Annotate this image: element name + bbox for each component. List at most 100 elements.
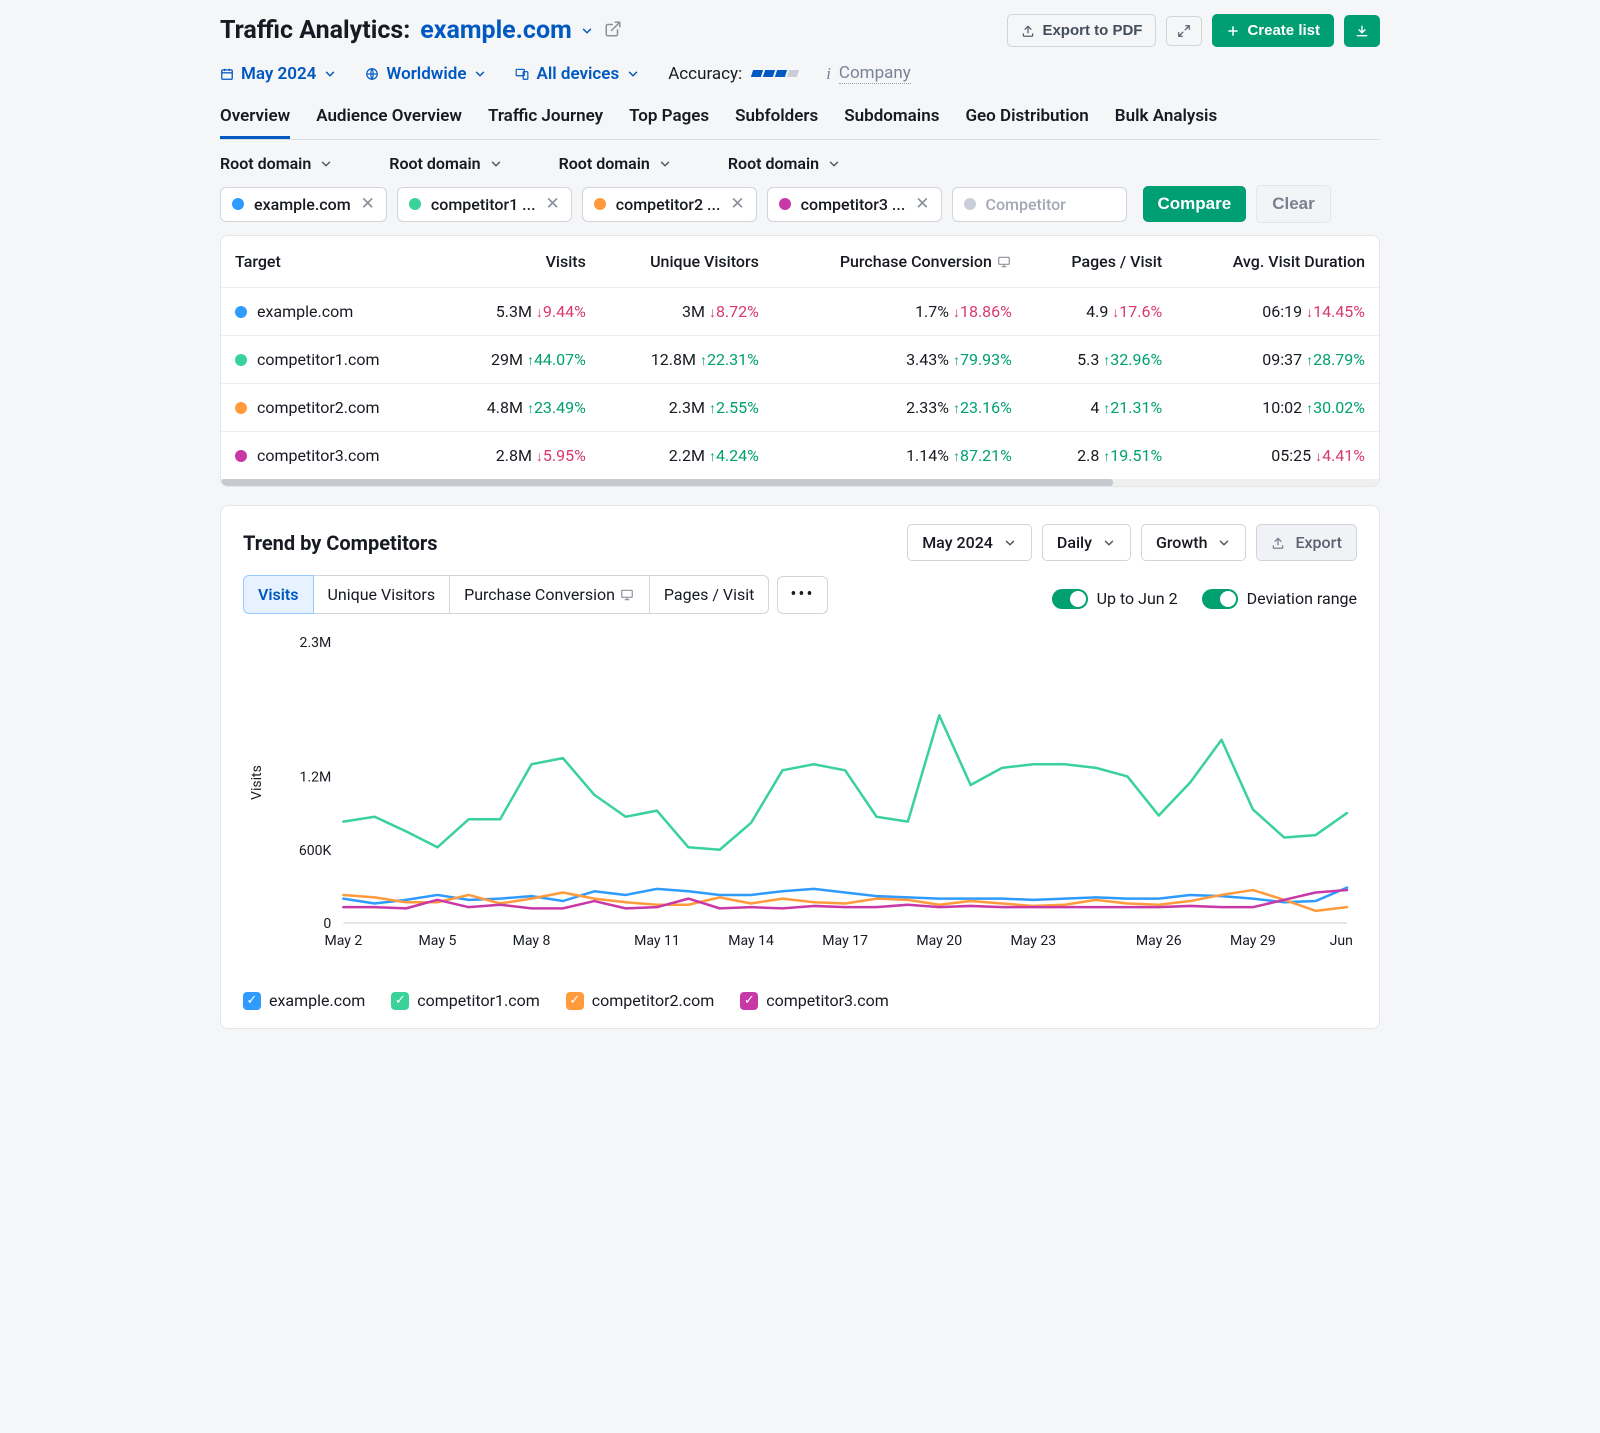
metric-value: 2.2M (669, 446, 705, 465)
col-header[interactable]: Visits (439, 236, 600, 288)
domain-switcher[interactable]: example.com (420, 16, 593, 45)
dot-icon (235, 402, 247, 414)
metric-value: 4 (1090, 398, 1099, 417)
table-row: example.com5.3M ↓9.44%3M ↓8.72%1.7% ↓18.… (221, 288, 1379, 336)
tab-subfolders[interactable]: Subfolders (735, 98, 818, 139)
close-icon[interactable]: ✕ (361, 196, 375, 213)
table-row: competitor2.com4.8M ↑23.49%2.3M ↑2.55%2.… (221, 384, 1379, 432)
tab-subdomains[interactable]: Subdomains (844, 98, 939, 139)
dot-icon (409, 198, 421, 210)
col-header[interactable]: Unique Visitors (600, 236, 773, 288)
series-tabs: VisitsUnique VisitorsPurchase Conversion… (243, 575, 828, 614)
trend-gran-label: Daily (1057, 533, 1092, 552)
checkbox-checked-icon: ✓ (566, 992, 584, 1010)
y-axis-label: Visits (249, 765, 265, 800)
metric-change: ↑32.96% (1103, 350, 1162, 369)
metric-change: ↑79.93% (953, 350, 1012, 369)
toggle-upto[interactable]: Up to Jun 2 (1052, 589, 1178, 609)
more-metrics-button[interactable]: ••• (777, 576, 827, 614)
competitor-chip-1[interactable]: competitor1 ...✕ (397, 187, 572, 222)
trend-export-button[interactable]: Export (1256, 524, 1357, 561)
chevron-down-icon (827, 157, 841, 171)
trend-mode-dropdown[interactable]: Growth (1141, 524, 1247, 561)
close-icon[interactable]: ✕ (730, 196, 744, 213)
target-label: competitor3.com (257, 446, 380, 465)
competitor-chip-3[interactable]: competitor3 ...✕ (767, 187, 942, 222)
tab-traffic-journey[interactable]: Traffic Journey (488, 98, 603, 139)
company-info[interactable]: i Company (826, 63, 911, 84)
series-tab-unique-visitors[interactable]: Unique Visitors (314, 575, 451, 614)
target-label: competitor1.com (257, 350, 380, 369)
col-header[interactable]: Avg. Visit Duration (1176, 236, 1379, 288)
tab-top-pages[interactable]: Top Pages (629, 98, 709, 139)
metric-value: 2.3M (669, 398, 705, 417)
tab-geo-distribution[interactable]: Geo Distribution (965, 98, 1088, 139)
dot-icon (235, 450, 247, 462)
series-tab-pages-visit[interactable]: Pages / Visit (650, 575, 769, 614)
region-filter[interactable]: Worldwide (365, 64, 487, 84)
root-domain-dropdown-2[interactable]: Root domain (559, 154, 672, 173)
series-tab-purchase-conversion[interactable]: Purchase Conversion (450, 575, 650, 614)
export-pdf-button[interactable]: Export to PDF (1007, 14, 1156, 47)
checkbox-checked-icon: ✓ (391, 992, 409, 1010)
metric-value: 2.8 (1077, 446, 1099, 465)
metric-change: ↑23.16% (953, 398, 1012, 417)
col-header[interactable]: Purchase Conversion (773, 236, 1026, 288)
fullscreen-button[interactable] (1166, 16, 1202, 46)
toggle-deviation[interactable]: Deviation range (1202, 589, 1357, 609)
devices-filter[interactable]: All devices (515, 64, 640, 84)
dot-icon (594, 198, 606, 210)
metric-value: 29M (491, 350, 523, 369)
chevron-down-icon (473, 67, 487, 81)
metric-change: ↑2.55% (709, 398, 759, 417)
dot-icon (964, 198, 976, 210)
clear-button[interactable]: Clear (1256, 185, 1331, 223)
chevron-down-icon (626, 67, 640, 81)
x-tick-label: Jun 2 (1330, 933, 1357, 949)
close-icon[interactable]: ✕ (915, 196, 929, 213)
close-icon[interactable]: ✕ (546, 196, 560, 213)
info-icon: i (826, 64, 831, 84)
root-domain-dropdown-0[interactable]: Root domain (220, 154, 333, 173)
external-link-icon[interactable] (604, 20, 622, 42)
metric-value: 4.8M (487, 398, 523, 417)
legend-item[interactable]: ✓competitor2.com (566, 991, 715, 1010)
upload-icon (1021, 24, 1035, 38)
tab-bulk-analysis[interactable]: Bulk Analysis (1115, 98, 1217, 139)
legend-item[interactable]: ✓example.com (243, 991, 365, 1010)
checkbox-checked-icon: ✓ (740, 992, 758, 1010)
col-header[interactable]: Pages / Visit (1026, 236, 1176, 288)
col-header[interactable]: Target (221, 236, 439, 288)
chevron-down-icon (658, 157, 672, 171)
root-domain-dropdown-3[interactable]: Root domain (728, 154, 841, 173)
chip-label: example.com (254, 195, 351, 214)
metric-change: ↓18.86% (953, 302, 1012, 321)
date-filter[interactable]: May 2024 (220, 64, 337, 84)
download-button[interactable] (1344, 15, 1380, 47)
compare-button[interactable]: Compare (1143, 186, 1247, 222)
trend-month-dropdown[interactable]: May 2024 (907, 524, 1032, 561)
root-domain-dropdown-1[interactable]: Root domain (389, 154, 502, 173)
trend-month-label: May 2024 (922, 533, 993, 552)
metric-change: ↓4.41% (1315, 446, 1365, 465)
desktop-icon (996, 255, 1012, 269)
legend-item[interactable]: ✓competitor3.com (740, 991, 889, 1010)
y-tick-label: 1.2M (300, 769, 332, 785)
series-tab-visits[interactable]: Visits (243, 575, 314, 614)
competitor-chip-0[interactable]: example.com ✕ (220, 187, 387, 222)
tab-overview[interactable]: Overview (220, 98, 290, 139)
metric-change: ↓17.6% (1112, 302, 1162, 321)
download-icon (1355, 24, 1369, 38)
accuracy-bars (752, 70, 798, 77)
create-list-button[interactable]: Create list (1212, 14, 1334, 47)
legend-item[interactable]: ✓ competitor1.com (391, 991, 540, 1010)
root-domain-label: Root domain (389, 154, 480, 173)
competitor-chip-placeholder[interactable]: Competitor (952, 187, 1127, 222)
competitor-chip-2[interactable]: competitor2 ...✕ (582, 187, 757, 222)
legend-label: competitor1.com (417, 991, 540, 1010)
horizontal-scrollbar[interactable] (221, 479, 1379, 486)
y-tick-label: 600K (299, 843, 332, 859)
metric-change: ↓5.95% (536, 446, 586, 465)
trend-granularity-dropdown[interactable]: Daily (1042, 524, 1131, 561)
tab-audience-overview[interactable]: Audience Overview (316, 98, 462, 139)
